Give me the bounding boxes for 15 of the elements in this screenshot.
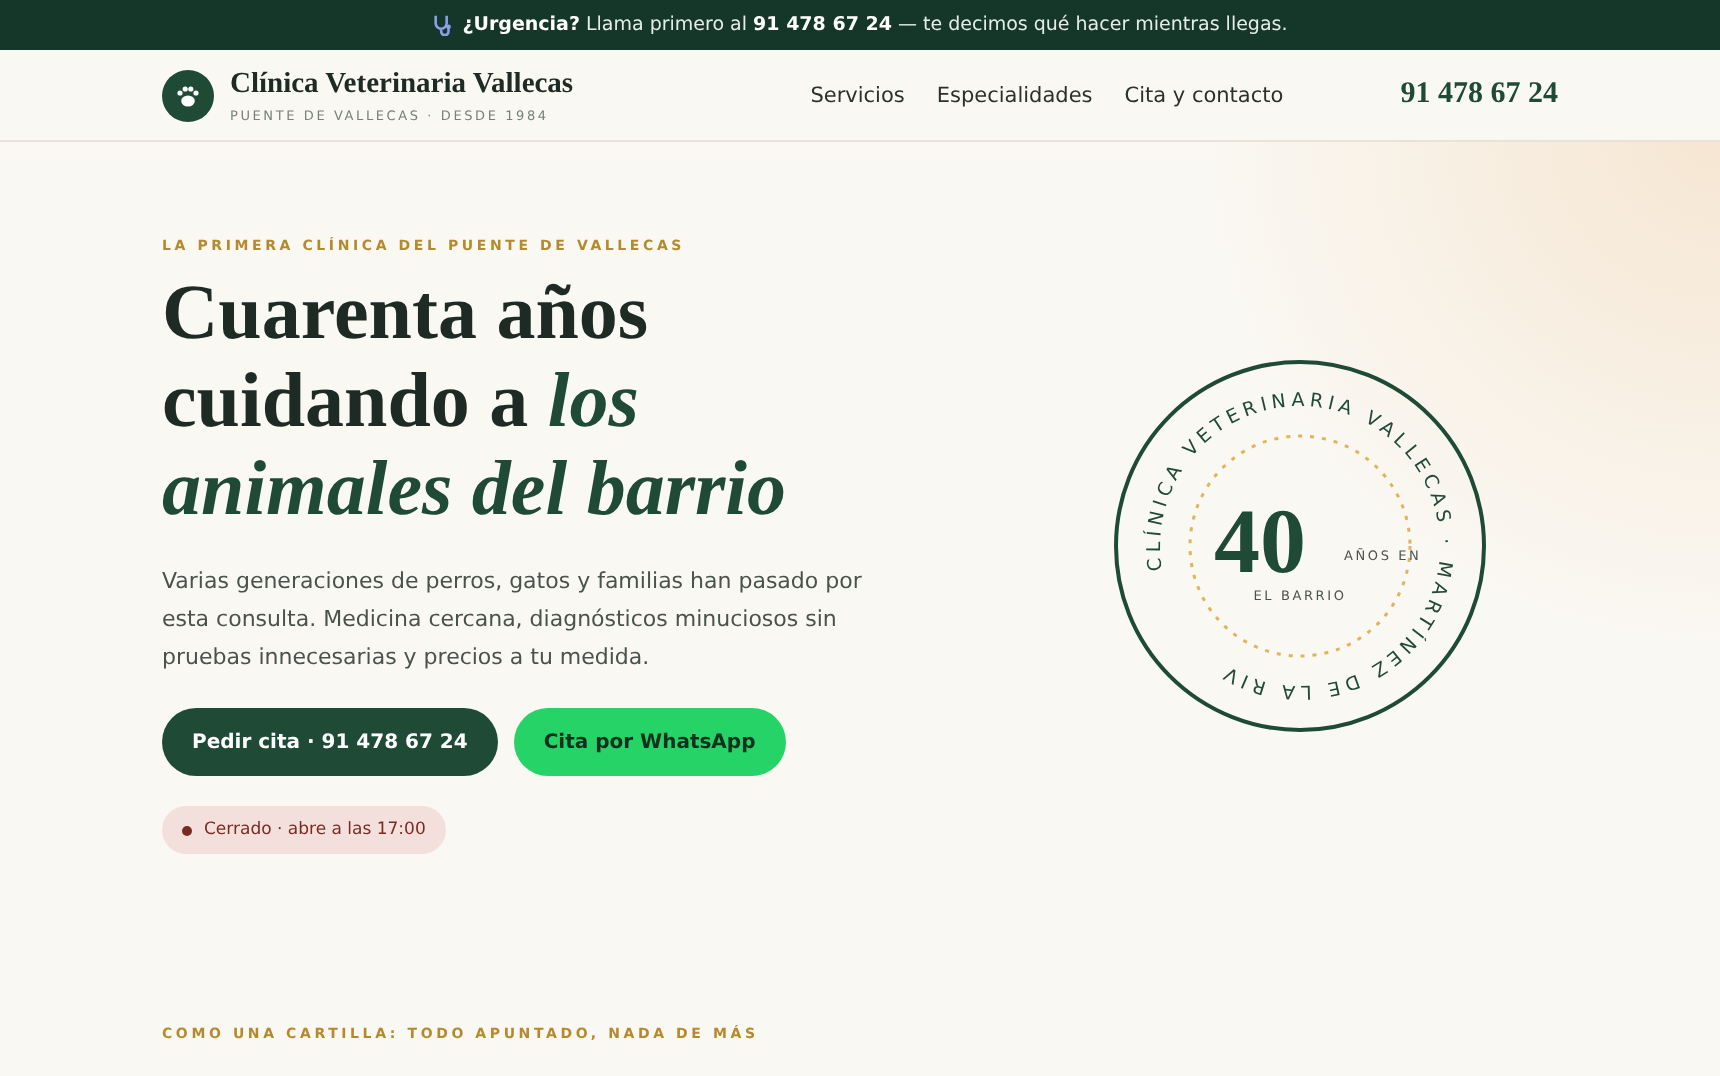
hero-heading: Cuarenta años cuidando a los animales del barrio (162, 270, 789, 534)
nav-link[interactable]: Especialidades (936, 83, 1093, 107)
nav-link[interactable]: Cita y contacto (1124, 83, 1284, 107)
seal-number: 40 (1214, 490, 1306, 592)
whatsapp-button[interactable]: Cita por WhatsApp (513, 708, 786, 776)
stethoscope-icon (432, 14, 455, 36)
phone-link[interactable]: 91 478 67 24 (1400, 78, 1558, 112)
paw-logo-icon[interactable] (162, 69, 214, 121)
status-dot-icon (182, 825, 192, 835)
status-text: Cerrado · abre a las 17:00 (204, 820, 426, 840)
alert-text: ¿Urgencia? Llama primero al 91 478 67 24 — te decimos qué hacer mientras llegas. (462, 14, 1288, 36)
appointment-button[interactable]: Pedir cita · 91 478 67 24 (162, 708, 498, 776)
nav-link[interactable]: Servicios (810, 83, 905, 107)
brand-name[interactable]: Clínica Veterinaria Vallecas (230, 67, 574, 101)
hero-paragraph: Varias generaciones de perros, gatos y familias han pasado por esta consulta. Medicina cercana, diagnósticos minuciosos sin pruebas innecesarias y precios a tu medida. (162, 566, 862, 674)
